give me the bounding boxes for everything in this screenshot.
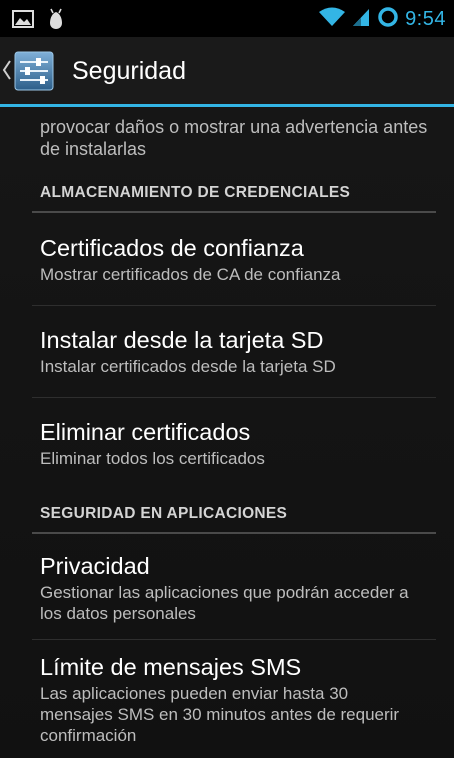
pref-privacy[interactable]: Privacidad Gestionar las aplicaciones qu… [40, 551, 436, 624]
pref-title: Eliminar certificados [40, 419, 251, 445]
category-divider [32, 532, 436, 534]
chevron-left-icon[interactable] [2, 59, 12, 86]
pref-sms-limit[interactable]: Límite de mensajes SMS Las aplicaciones … [40, 652, 436, 746]
screen: 9:54 Seguridad provocar daños o mostrar … [0, 0, 454, 758]
list-divider [32, 639, 436, 640]
page-title: Seguridad [72, 57, 186, 85]
signal-icon [351, 7, 371, 32]
pref-title: Límite de mensajes SMS [40, 654, 302, 680]
usb-debug-icon [48, 8, 64, 35]
category-header-credential-storage: ALMACENAMIENTO DE CREDENCIALES [40, 184, 351, 201]
settings-list[interactable]: provocar daños o mostrar una advertencia… [0, 107, 454, 758]
previous-item-summary: provocar daños o mostrar una advertencia… [40, 117, 428, 159]
sync-icon [377, 6, 399, 33]
pref-clear-credentials[interactable]: Eliminar certificados Eliminar todos los… [40, 417, 436, 469]
pref-title: Privacidad [40, 553, 150, 579]
pref-title: Instalar desde la tarjeta SD [40, 327, 324, 353]
pref-summary: Las aplicaciones pueden enviar hasta 30 … [40, 684, 400, 745]
category-divider [32, 211, 436, 213]
status-bar: 9:54 [0, 0, 454, 37]
pref-summary: Eliminar todos los certificados [40, 449, 265, 468]
picture-icon [12, 10, 34, 33]
list-divider [32, 397, 436, 398]
action-bar[interactable]: Seguridad [0, 37, 454, 107]
settings-sliders-icon[interactable] [14, 51, 54, 91]
pref-summary: Gestionar las aplicaciones que podrán ac… [40, 583, 409, 623]
status-time: 9:54 [405, 8, 446, 30]
pref-trusted-credentials[interactable]: Certificados de confianza Mostrar certif… [40, 233, 436, 285]
pref-install-from-sd[interactable]: Instalar desde la tarjeta SD Instalar ce… [40, 325, 436, 377]
category-header-app-security: SEGURIDAD EN APLICACIONES [40, 505, 288, 522]
list-divider [32, 305, 436, 306]
pref-summary: Mostrar certificados de CA de confianza [40, 265, 341, 284]
wifi-icon [319, 7, 346, 32]
pref-summary: Instalar certificados desde la tarjeta S… [40, 357, 336, 376]
pref-title: Certificados de confianza [40, 235, 304, 261]
